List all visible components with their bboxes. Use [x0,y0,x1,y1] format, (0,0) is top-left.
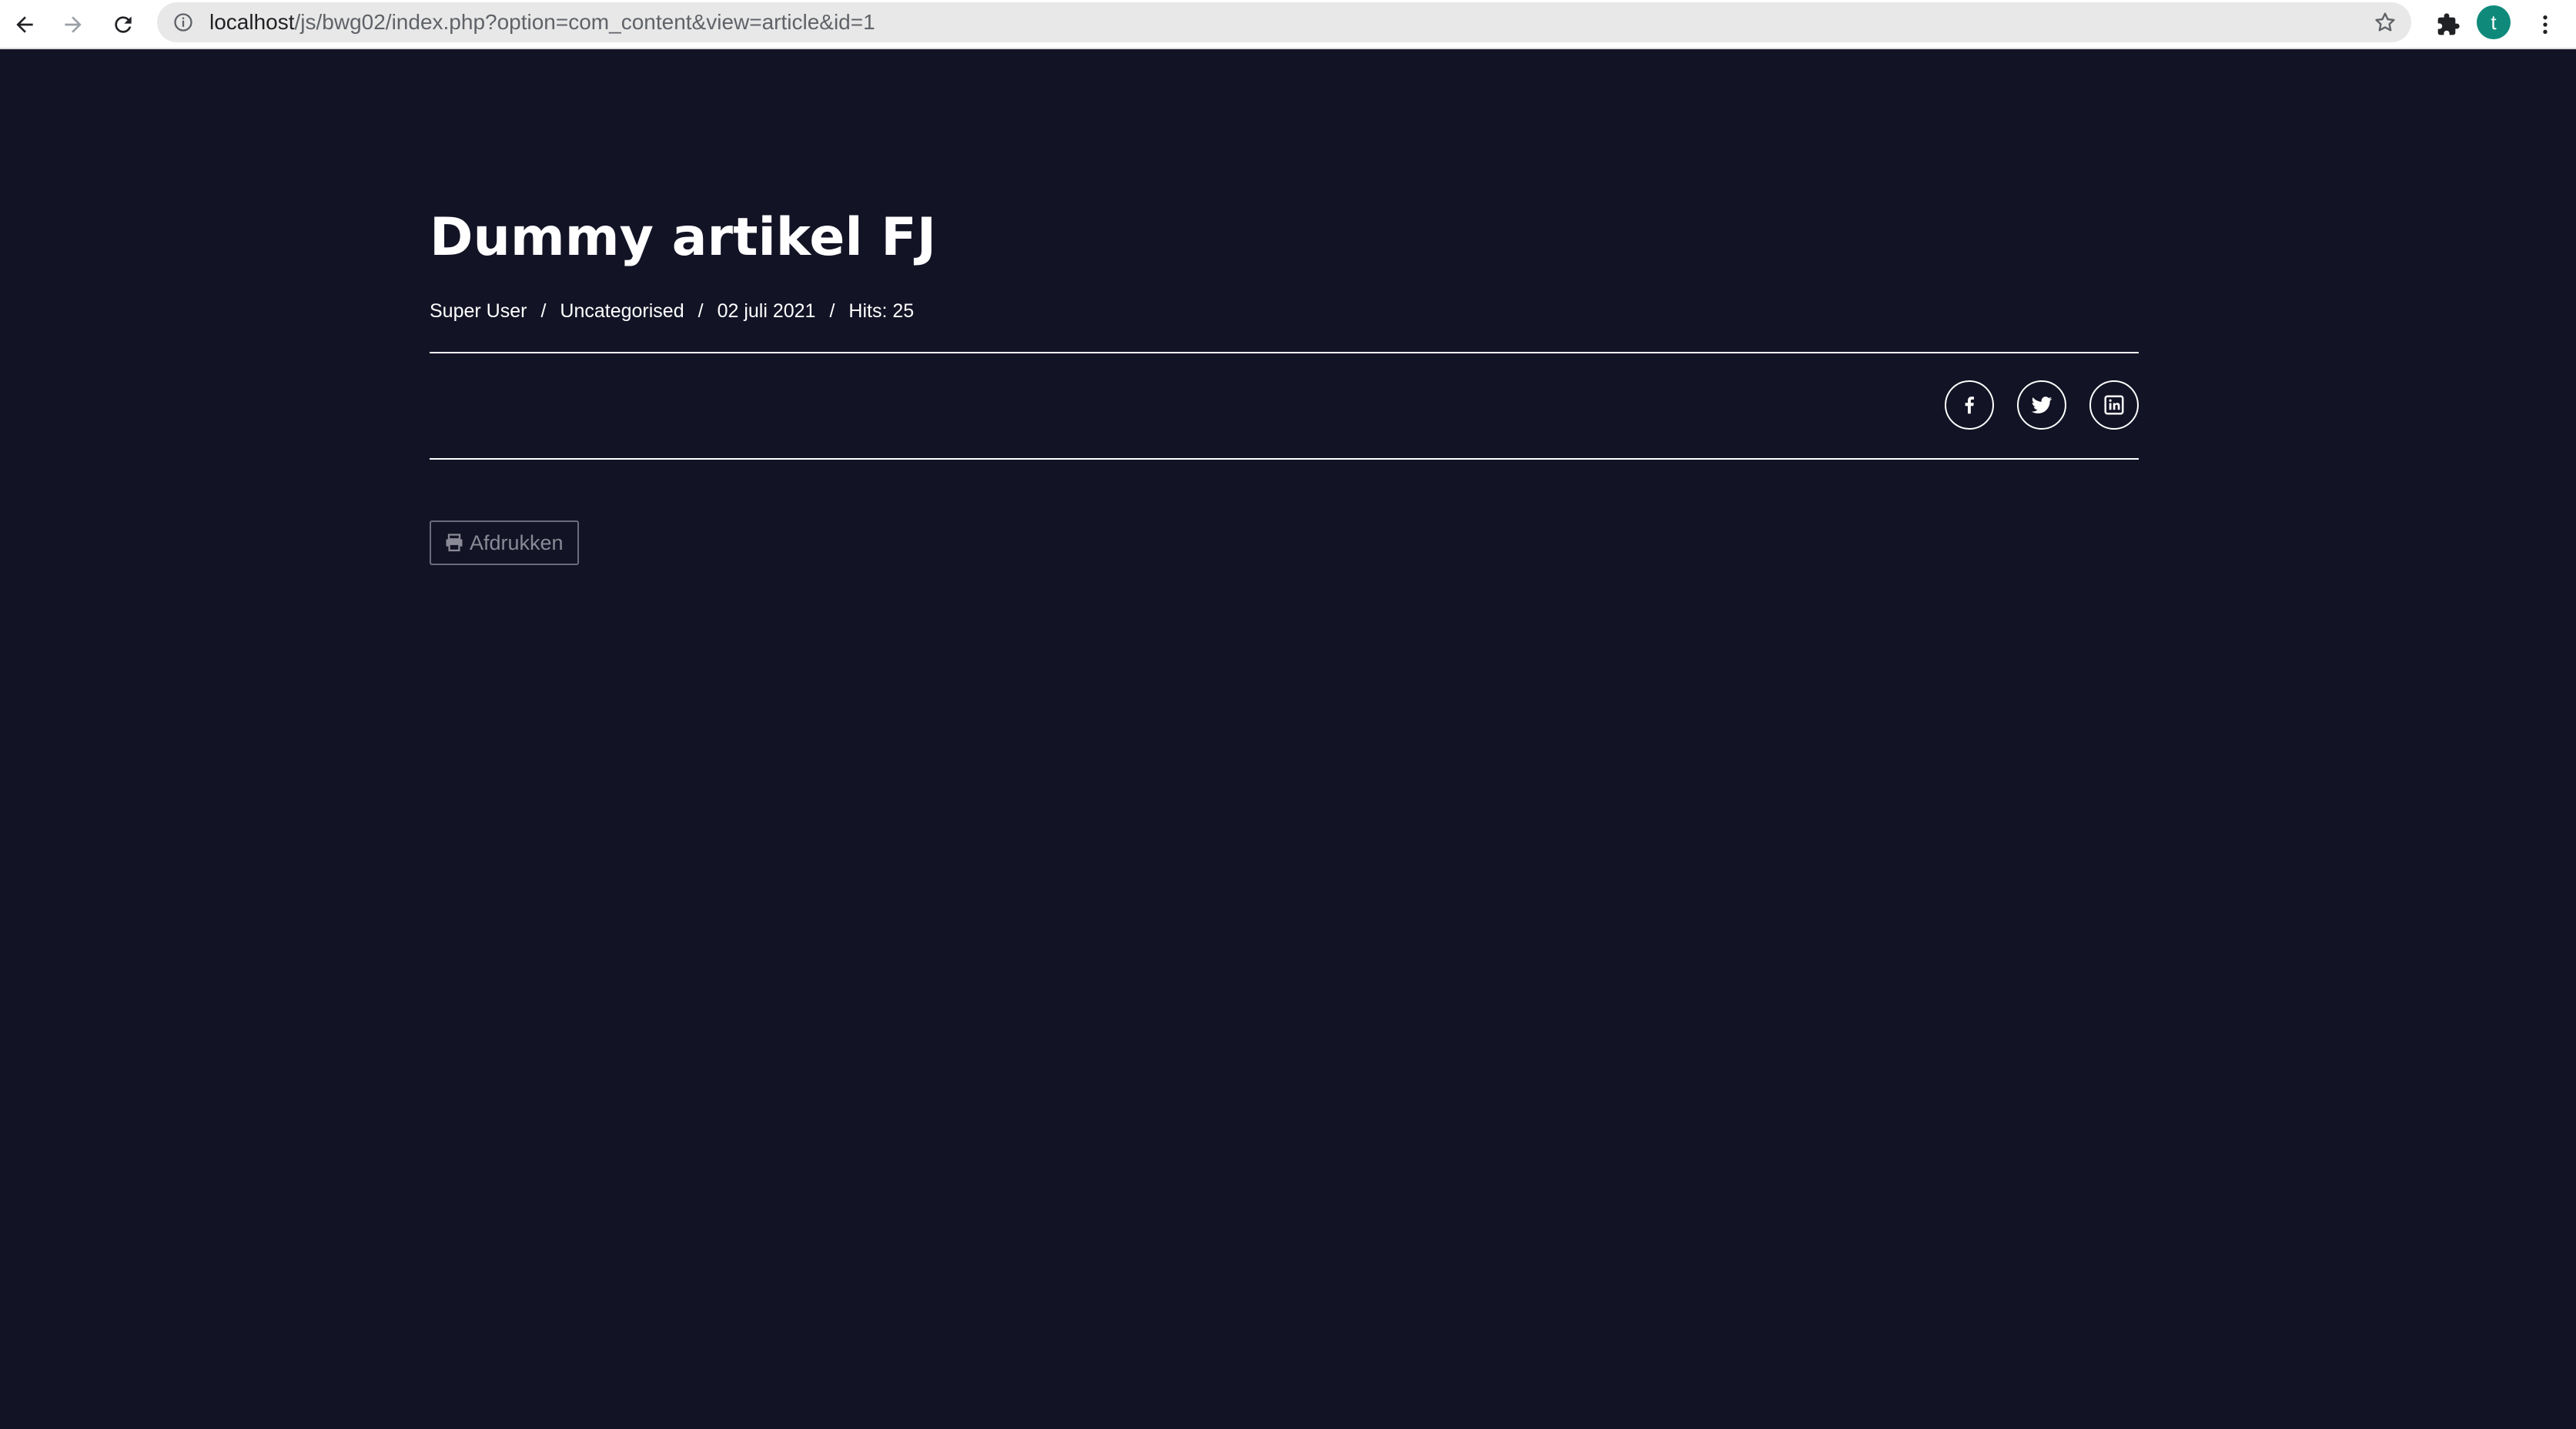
bookmark-star-icon[interactable] [2373,10,2397,35]
facebook-icon [1965,397,1974,414]
print-button[interactable]: Afdrukken [430,520,579,565]
info-icon[interactable] [172,12,194,33]
divider-bottom [430,458,2139,460]
linkedin-icon [2104,395,2124,415]
divider-top [430,352,2139,353]
puzzle-piece-icon [2437,13,2460,35]
meta-separator: / [540,300,547,322]
printer-icon [446,534,463,552]
url-host: localhost [209,10,295,34]
browser-menu-button[interactable] [2527,6,2564,43]
social-share [1945,380,2139,430]
arrow-left-icon [16,16,33,33]
url-text[interactable]: localhost/js/bwg02/index.php?option=com_… [209,8,875,36]
back-button[interactable] [6,6,43,43]
share-twitter-button[interactable] [2017,380,2066,430]
arrow-right-icon [65,16,82,33]
page-content: Dummy artikel FJ Super User / Uncategorise… [0,49,2576,1429]
article-meta: Super User / Uncategorised / 02 juli 2021 / Hi… [430,299,914,323]
meta-category: Uncategorised [560,300,684,322]
reload-button[interactable] [105,6,142,43]
meta-date: 02 juli 2021 [717,300,816,322]
meta-hits: Hits: 25 [848,300,915,322]
reload-icon [115,16,132,33]
meta-separator: / [698,300,704,322]
meta-author: Super User [430,300,527,322]
article-title: Dummy artikel FJ [430,207,937,268]
extensions-button[interactable] [2430,6,2467,43]
forward-button[interactable] [55,6,92,43]
address-bar[interactable]: localhost/js/bwg02/index.php?option=com_… [157,2,2411,42]
share-facebook-button[interactable] [1945,380,1994,430]
twitter-icon [2031,397,2052,413]
share-linkedin-button[interactable] [2089,380,2139,430]
url-path: /js/bwg02/index.php?option=com_content&v… [294,10,875,34]
meta-separator: / [829,300,835,322]
print-label: Afdrukken [470,530,564,554]
profile-avatar[interactable]: t [2477,5,2511,39]
browser-toolbar: localhost/js/bwg02/index.php?option=com_… [0,0,2576,49]
more-vertical-icon [2543,15,2548,34]
